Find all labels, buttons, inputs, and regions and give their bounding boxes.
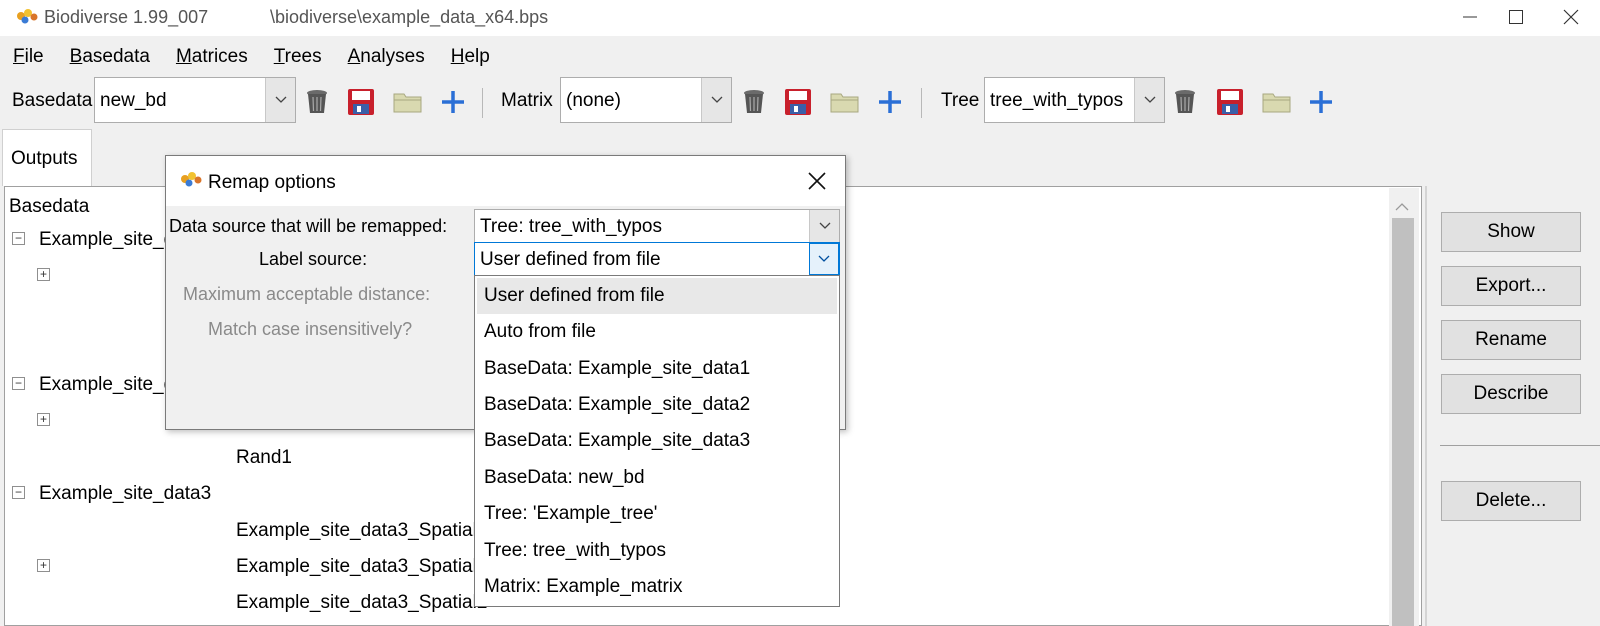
save-matrix-icon[interactable]	[782, 86, 814, 118]
delete-matrix-icon[interactable]	[738, 86, 770, 118]
add-matrix-icon[interactable]	[874, 86, 906, 118]
rename-button[interactable]: Rename	[1441, 320, 1581, 360]
tab-outputs-label: Outputs	[11, 148, 78, 169]
tree-node-spatial2[interactable]: Example_site_data3_Spatial2	[236, 592, 487, 614]
close-icon[interactable]	[806, 170, 828, 197]
open-tree-folder-icon[interactable]	[1261, 86, 1293, 118]
tree-node-spatial1[interactable]: Example_site_data3_Spatial1	[236, 556, 487, 578]
match-case-label: Match case insensitively?	[208, 319, 413, 339]
export-button[interactable]: Export...	[1441, 266, 1581, 306]
close-window-button[interactable]	[1548, 0, 1594, 34]
app-title: Biodiverse 1.99_007	[44, 7, 209, 27]
file-path: \biodiverse\example_data_x64.bps	[270, 7, 549, 27]
add-basedata-icon[interactable]	[437, 86, 469, 118]
save-tree-icon[interactable]	[1214, 86, 1246, 118]
chevron-up-icon[interactable]	[1394, 196, 1410, 217]
tree-combo[interactable]: tree_with_typos	[984, 77, 1165, 123]
chevron-down-icon[interactable]	[265, 78, 295, 122]
tab-outputs[interactable]: Outputs	[2, 129, 92, 186]
menu-basedata[interactable]: Basedata	[57, 42, 163, 72]
menu-bar: File Basedata Matrices Trees Analyses He…	[0, 42, 503, 72]
collapse-icon[interactable]: −	[12, 486, 25, 499]
matrix-label: Matrix	[501, 90, 553, 111]
describe-button[interactable]: Describe	[1441, 374, 1581, 414]
open-basedata-folder-icon[interactable]	[392, 86, 424, 118]
save-basedata-icon[interactable]	[345, 86, 377, 118]
menu-matrices[interactable]: Matrices	[163, 42, 261, 72]
dropdown-option[interactable]: Auto from file	[477, 314, 837, 350]
title-bar: Biodiverse 1.99_007 \biodiverse\example_…	[0, 0, 1600, 36]
expand-icon[interactable]: +	[37, 559, 50, 572]
dropdown-option[interactable]: Tree: 'Example_tree'	[477, 496, 837, 532]
app-logo-icon	[178, 170, 204, 195]
data-source-label: Data source that will be remapped:	[169, 216, 448, 236]
tree-label: Tree	[941, 90, 980, 111]
tree-node-example-site-data1[interactable]: Example_site_d	[39, 229, 174, 251]
open-matrix-folder-icon[interactable]	[829, 86, 861, 118]
collapse-icon[interactable]: −	[12, 377, 25, 390]
basedata-combo[interactable]: new_bd	[94, 77, 296, 123]
delete-button[interactable]: Delete...	[1441, 481, 1581, 521]
dialog-title-bar: Remap options	[166, 156, 845, 206]
divider	[1440, 445, 1600, 446]
max-distance-label: Maximum acceptable distance:	[183, 284, 431, 304]
dialog-title: Remap options	[208, 172, 336, 193]
tree-combo-value: tree_with_typos	[990, 90, 1124, 111]
dropdown-option[interactable]: Tree: tree_with_typos	[477, 533, 837, 569]
matrix-combo[interactable]: (none)	[560, 77, 732, 123]
dropdown-option[interactable]: BaseData: Example_site_data3	[477, 423, 837, 459]
label-source-combo[interactable]: User defined from file	[474, 242, 840, 276]
label-source-label: Label source:	[259, 249, 368, 269]
maximize-button[interactable]	[1493, 0, 1539, 34]
dropdown-option[interactable]: BaseData: Example_site_data1	[477, 351, 837, 387]
dropdown-option[interactable]: Matrix: Example_matrix	[477, 569, 837, 605]
pane-divider[interactable]	[1425, 186, 1427, 626]
menu-file[interactable]: File	[0, 42, 57, 72]
dropdown-option[interactable]: BaseData: Example_site_data2	[477, 387, 837, 423]
dropdown-option[interactable]: BaseData: new_bd	[477, 460, 837, 496]
data-source-value: Tree: tree_with_typos	[480, 216, 662, 237]
tree-node-example-site-data3[interactable]: Example_site_data3	[39, 483, 211, 505]
app-logo-icon	[14, 7, 40, 27]
tree-header: Basedata	[9, 196, 90, 217]
tree-node-example-site-data2[interactable]: Example_site_d	[39, 374, 174, 396]
toolbar-separator	[482, 88, 483, 118]
expand-icon[interactable]: +	[37, 268, 50, 281]
basedata-combo-value: new_bd	[100, 90, 167, 111]
label-source-dropdown: User defined from file Auto from file Ba…	[474, 275, 840, 607]
show-button[interactable]: Show	[1441, 212, 1581, 252]
minimize-button[interactable]	[1447, 0, 1493, 34]
expand-icon[interactable]: +	[37, 413, 50, 426]
matrix-combo-value: (none)	[566, 90, 621, 111]
tree-node-rand1[interactable]: Rand1	[236, 447, 292, 469]
data-source-combo[interactable]: Tree: tree_with_typos	[474, 209, 840, 243]
chevron-down-icon[interactable]	[1134, 78, 1164, 122]
chevron-down-icon[interactable]	[809, 210, 839, 242]
toolbar-separator	[921, 88, 922, 118]
chevron-down-icon[interactable]	[809, 243, 839, 275]
chevron-down-icon[interactable]	[701, 78, 731, 122]
menu-analyses[interactable]: Analyses	[335, 42, 438, 72]
menu-trees[interactable]: Trees	[261, 42, 335, 72]
collapse-icon[interactable]: −	[12, 232, 25, 245]
delete-basedata-icon[interactable]	[301, 86, 333, 118]
add-tree-icon[interactable]	[1305, 86, 1337, 118]
scrollbar-thumb[interactable]	[1392, 218, 1414, 626]
menu-help[interactable]: Help	[438, 42, 503, 72]
tree-node-spatial0[interactable]: Example_site_data3_Spatial0	[236, 520, 487, 542]
basedata-label: Basedata	[12, 90, 93, 111]
label-source-value: User defined from file	[480, 249, 661, 270]
dropdown-option[interactable]: User defined from file	[477, 278, 837, 314]
delete-tree-icon[interactable]	[1169, 86, 1201, 118]
